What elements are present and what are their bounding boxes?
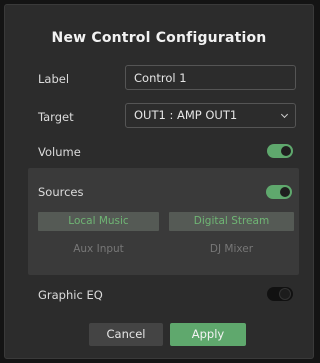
source-aux-input[interactable]: Aux Input xyxy=(38,243,159,255)
graphic-eq-toggle[interactable] xyxy=(267,287,293,301)
sources-label: Sources xyxy=(38,185,84,199)
cancel-button[interactable]: Cancel xyxy=(89,323,163,346)
label-field-label: Label xyxy=(38,72,70,86)
new-control-dialog: New Control Configuration Label Target O… xyxy=(4,4,314,359)
toggle-knob xyxy=(281,146,291,156)
target-field-label: Target xyxy=(38,110,74,124)
toggle-knob xyxy=(279,288,291,300)
target-select-value: OUT1 : AMP OUT1 xyxy=(134,108,238,122)
source-dj-mixer[interactable]: DJ Mixer xyxy=(169,243,294,255)
graphic-eq-label: Graphic EQ xyxy=(38,288,103,302)
chevron-down-icon xyxy=(280,110,289,119)
volume-label: Volume xyxy=(38,145,81,159)
source-digital-stream[interactable]: Digital Stream xyxy=(169,212,294,231)
volume-toggle[interactable] xyxy=(267,144,293,158)
sources-toggle[interactable] xyxy=(266,185,292,199)
target-select[interactable]: OUT1 : AMP OUT1 xyxy=(125,103,296,128)
apply-button[interactable]: Apply xyxy=(170,323,246,346)
toggle-knob xyxy=(280,187,290,197)
dialog-title: New Control Configuration xyxy=(51,30,267,46)
source-local-music[interactable]: Local Music xyxy=(38,212,159,231)
label-input[interactable] xyxy=(125,65,296,90)
sources-panel: Sources Local Music Digital Stream Aux I… xyxy=(28,168,299,275)
